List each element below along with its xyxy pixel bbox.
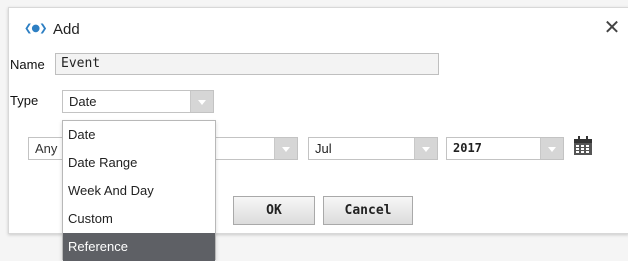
calendar-icon[interactable] (573, 136, 593, 156)
type-select[interactable]: Date (62, 90, 214, 113)
day-select-value: Any (35, 141, 58, 156)
type-dropdown-menu: Date Date Range Week And Day Custom Refe… (62, 120, 216, 261)
chevron-down-icon[interactable] (190, 91, 213, 112)
cancel-button[interactable]: Cancel (323, 196, 413, 225)
niagara-logo-icon: ❮●❯ (24, 23, 47, 34)
ok-button[interactable]: OK (233, 196, 315, 225)
chevron-down-icon[interactable] (540, 138, 563, 159)
dropdown-item-custom[interactable]: Custom (63, 205, 215, 233)
dialog-titlebar: ❮●❯ Add ✕ (9, 8, 628, 50)
dialog-title: Add (53, 21, 80, 38)
month-select-value: Jul (315, 141, 332, 156)
dropdown-item-date-range[interactable]: Date Range (63, 149, 215, 177)
chevron-down-icon[interactable] (414, 138, 437, 159)
chevron-down-icon[interactable] (274, 138, 297, 159)
month-select[interactable]: Jul (308, 137, 438, 160)
type-label: Type (10, 93, 39, 108)
name-field[interactable]: Event (55, 53, 439, 75)
name-label: Name (10, 57, 45, 72)
close-icon[interactable]: ✕ (602, 18, 622, 38)
dropdown-item-reference[interactable]: Reference (63, 233, 215, 261)
dropdown-item-date[interactable]: Date (63, 121, 215, 149)
type-select-value: Date (69, 94, 97, 109)
year-select-value: 2017 (453, 141, 482, 155)
dropdown-item-week-and-day[interactable]: Week And Day (63, 177, 215, 205)
year-select[interactable]: 2017 (446, 137, 564, 160)
